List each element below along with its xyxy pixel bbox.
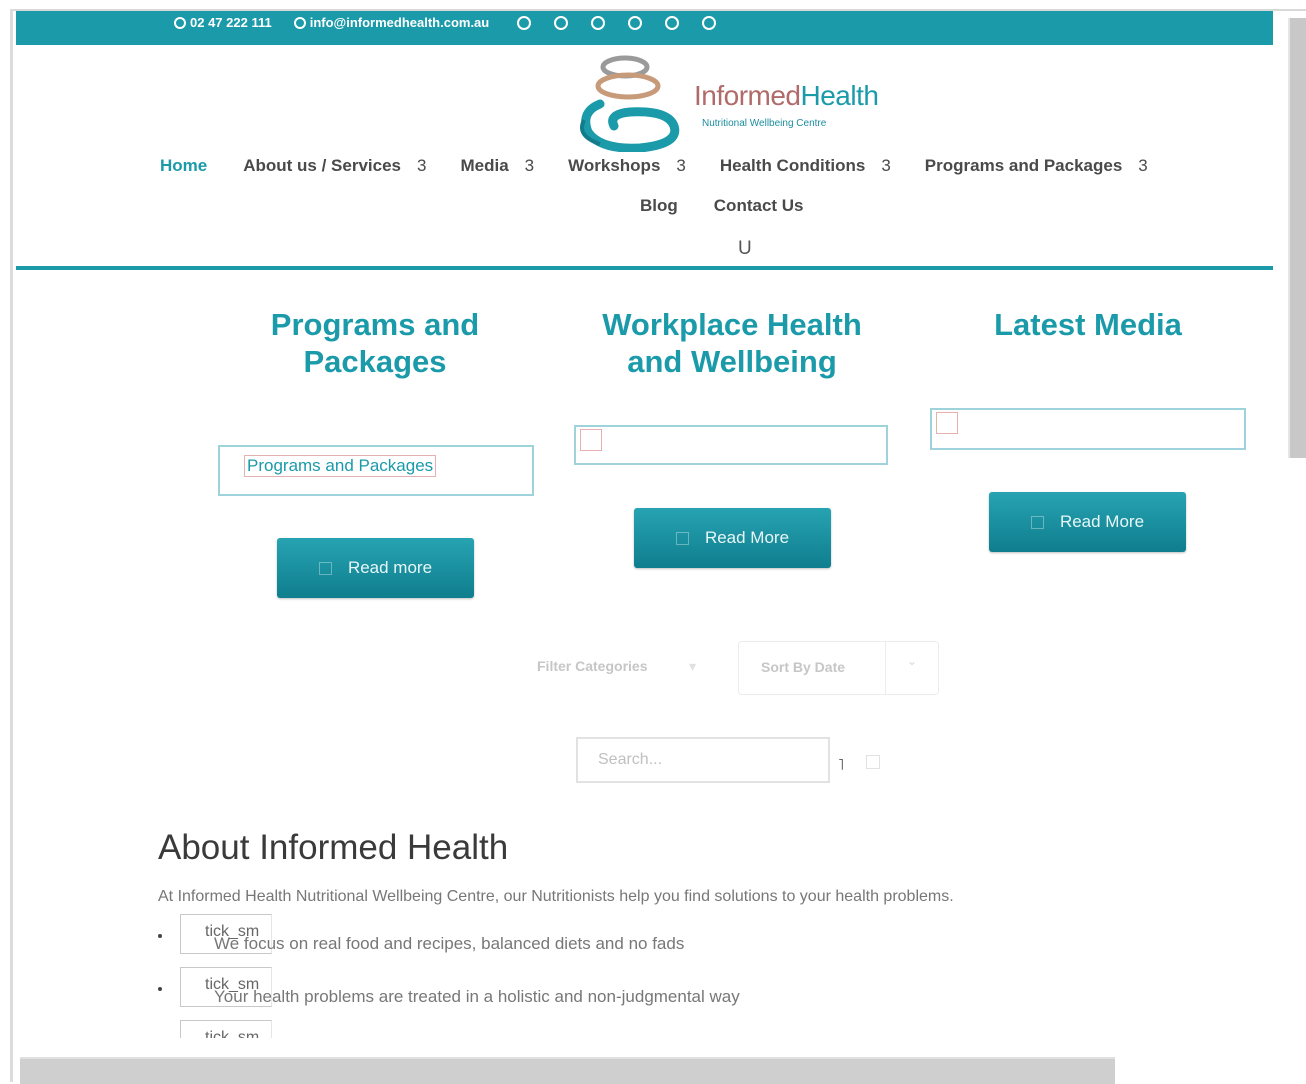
window-frame-left	[10, 9, 13, 1082]
submenu-caret-icon: 3	[524, 156, 535, 175]
search-input[interactable]	[576, 737, 830, 783]
logo-wordmark: InformedHealth	[694, 80, 879, 111]
header-divider	[16, 266, 1273, 270]
phone-link[interactable]: 02 47 222 111	[174, 15, 272, 30]
submenu-caret-icon: 3	[676, 156, 686, 175]
read-more-button-programs[interactable]: Read more	[277, 538, 474, 598]
feature-media: Latest Media	[928, 306, 1248, 343]
list-item: tick_sm Your health problems are treated…	[158, 967, 1058, 1011]
image-alt-text: Programs and Packages	[244, 455, 437, 477]
arrow-icon	[675, 531, 689, 545]
main-nav-row-2: Blog Contact Us	[640, 196, 804, 216]
nav-blog[interactable]: Blog	[640, 196, 678, 216]
bullet-text: We focus on real food and recipes, balan…	[214, 934, 685, 953]
nav-media[interactable]: Media 3	[460, 156, 568, 176]
list-item: tick_sm We focus on real food and recipe…	[158, 914, 1058, 958]
list-item: tick_sm	[158, 1020, 1058, 1038]
broken-image-icon	[580, 429, 602, 451]
social-icon-3[interactable]	[591, 15, 606, 30]
feature-workplace: Workplace Health and Wellbeing	[572, 306, 892, 380]
feature-image-media[interactable]	[930, 408, 1246, 450]
feature-title: Latest Media	[994, 307, 1182, 342]
submenu-caret-icon: 3	[881, 156, 891, 175]
phone-number: 02 47 222 111	[190, 15, 272, 30]
nav-programs-packages[interactable]: Programs and Packages 3	[925, 156, 1148, 176]
social-icon-6[interactable]	[702, 15, 717, 30]
search-button[interactable]	[866, 755, 880, 769]
nav-health-conditions[interactable]: Health Conditions 3	[720, 156, 925, 176]
phone-icon	[174, 16, 186, 29]
social-icon-2[interactable]	[554, 15, 569, 30]
stones-logo-icon	[580, 55, 680, 152]
feature-programs: Programs and Packages	[215, 306, 535, 380]
nav-home[interactable]: Home	[160, 156, 207, 176]
social-links	[517, 15, 717, 30]
arrow-icon	[318, 561, 332, 575]
social-icon-1[interactable]	[517, 15, 532, 30]
read-more-button-media[interactable]: Read More	[989, 492, 1186, 552]
bullet-dot	[158, 934, 162, 938]
email-address: info@informedhealth.com.au	[309, 15, 490, 30]
site-logo[interactable]: InformedHealth Nutritional Wellbeing Cen…	[570, 52, 910, 152]
vertical-scrollbar[interactable]	[1288, 18, 1306, 458]
top-contact-bar: 02 47 222 111 info@informedhealth.com.au	[16, 11, 1273, 45]
submenu-caret-icon: 3	[1138, 156, 1148, 175]
chevron-down-icon: ⌄	[907, 654, 918, 668]
search-glyph: ˥	[838, 757, 845, 774]
bullet-dot	[158, 987, 162, 991]
email-icon	[293, 16, 306, 29]
sort-by-date-select[interactable]: Sort By Date ⌄	[738, 641, 939, 695]
nav-about-services[interactable]: About us / Services 3	[243, 156, 460, 176]
social-icon-5[interactable]	[665, 15, 680, 30]
filter-categories-dropdown[interactable]: Filter Categories	[537, 658, 647, 674]
feature-title: Workplace Health and Wellbeing	[602, 307, 862, 379]
logo-tagline: Nutritional Wellbeing Centre	[702, 118, 827, 129]
email-link[interactable]: info@informedhealth.com.au	[293, 15, 490, 30]
mobile-menu-toggle[interactable]: U	[738, 238, 752, 260]
social-icon-4[interactable]	[628, 15, 643, 30]
about-heading: About Informed Health	[158, 828, 509, 867]
horizontal-scrollbar[interactable]	[20, 1057, 1115, 1084]
submenu-caret-icon: 3	[417, 156, 427, 175]
sort-label: Sort By Date	[761, 659, 846, 675]
read-more-button-workplace[interactable]: Read More	[634, 508, 831, 568]
feature-title: Programs and Packages	[270, 307, 480, 379]
main-nav: Home About us / Services 3 Media 3 Worksho…	[160, 156, 1148, 176]
about-intro: At Informed Health Nutritional Wellbeing…	[158, 888, 954, 905]
bullet-text: Your health problems are treated in a ho…	[214, 987, 740, 1006]
arrow-icon	[1030, 515, 1044, 529]
nav-workshops[interactable]: Workshops 3	[568, 156, 720, 176]
tick-image-broken: tick_sm	[180, 1020, 272, 1038]
feature-image-workplace[interactable]	[574, 425, 888, 465]
broken-image-icon	[936, 412, 958, 434]
feature-image-programs[interactable]: Programs and Packages	[218, 445, 534, 496]
filter-chevron-icon: ▾	[689, 658, 697, 674]
nav-contact-us[interactable]: Contact Us	[714, 196, 804, 216]
